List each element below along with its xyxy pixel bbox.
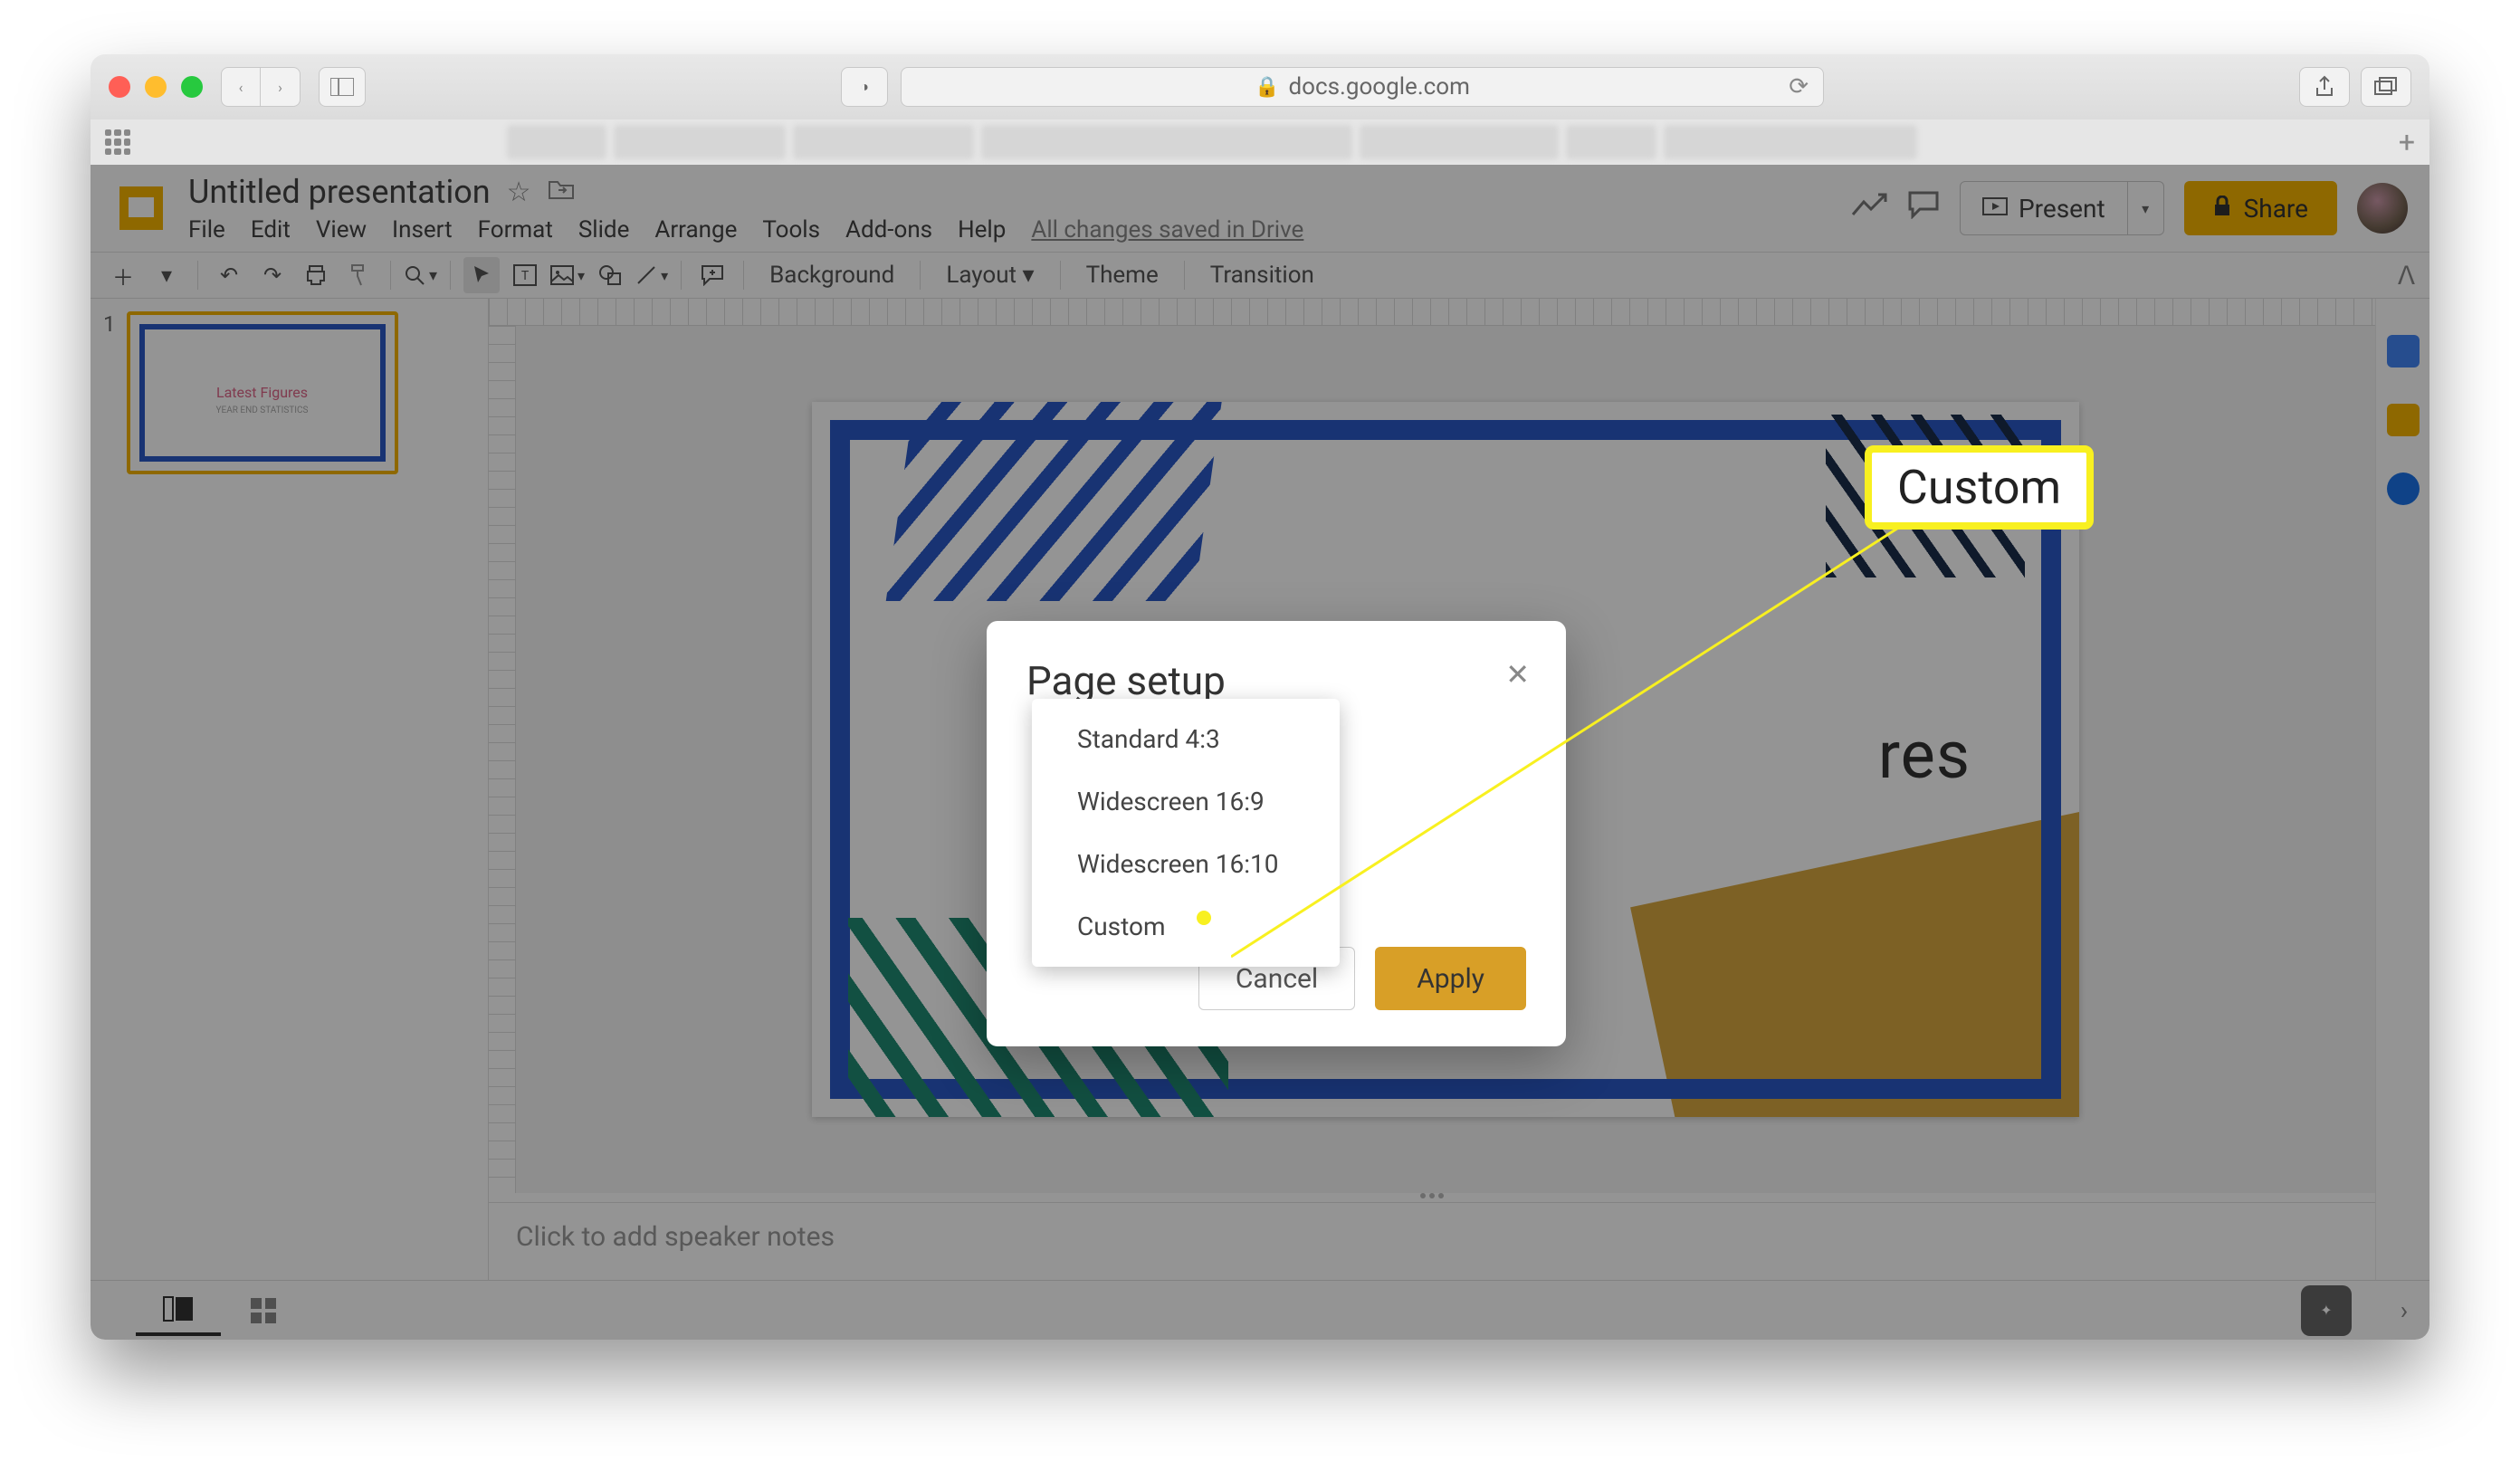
- new-tab-button[interactable]: +: [2384, 125, 2429, 159]
- apps-launcher-icon[interactable]: [91, 119, 145, 165]
- option-custom[interactable]: Custom: [1032, 895, 1340, 958]
- page-size-dropdown: Standard 4:3 Widescreen 16:9 Widescreen …: [1032, 699, 1340, 967]
- back-button[interactable]: ‹: [221, 67, 261, 107]
- url-text: docs.google.com: [1288, 73, 1469, 100]
- reload-icon[interactable]: ⟳: [1789, 73, 1809, 100]
- dialog-title: Page setup: [1026, 657, 1526, 704]
- sidebar-toggle-icon[interactable]: [319, 67, 366, 107]
- address-bar[interactable]: 🔒 docs.google.com ⟳: [901, 67, 1824, 107]
- minimize-window-icon[interactable]: [145, 76, 167, 98]
- forward-button[interactable]: ›: [261, 67, 301, 107]
- option-widescreen-169[interactable]: Widescreen 16:9: [1032, 770, 1340, 833]
- browser-tab[interactable]: [614, 125, 786, 159]
- option-standard[interactable]: Standard 4:3: [1032, 708, 1340, 770]
- browser-tabstrip: +: [91, 119, 2429, 165]
- browser-titlebar: ‹ › ◑ 🔒 docs.google.com ⟳: [91, 54, 2429, 119]
- browser-tab[interactable]: [507, 125, 606, 159]
- browser-tab[interactable]: [1664, 125, 1917, 159]
- share-icon[interactable]: [2299, 67, 2350, 107]
- browser-tab[interactable]: [1566, 125, 1656, 159]
- option-widescreen-1610[interactable]: Widescreen 16:10: [1032, 833, 1340, 895]
- tabs-icon[interactable]: [2361, 67, 2411, 107]
- window-controls: [109, 76, 203, 98]
- apply-button[interactable]: Apply: [1375, 947, 1526, 1010]
- maximize-window-icon[interactable]: [181, 76, 203, 98]
- browser-tab[interactable]: [793, 125, 974, 159]
- annotation-callout: Custom: [1865, 445, 2094, 530]
- close-window-icon[interactable]: [109, 76, 130, 98]
- browser-tab[interactable]: [981, 125, 1352, 159]
- extension-icon[interactable]: ◑: [841, 67, 888, 107]
- close-icon[interactable]: ✕: [1505, 657, 1530, 692]
- browser-tab[interactable]: [1360, 125, 1559, 159]
- lock-icon: 🔒: [1255, 76, 1279, 99]
- annotation-dot: [1197, 911, 1211, 925]
